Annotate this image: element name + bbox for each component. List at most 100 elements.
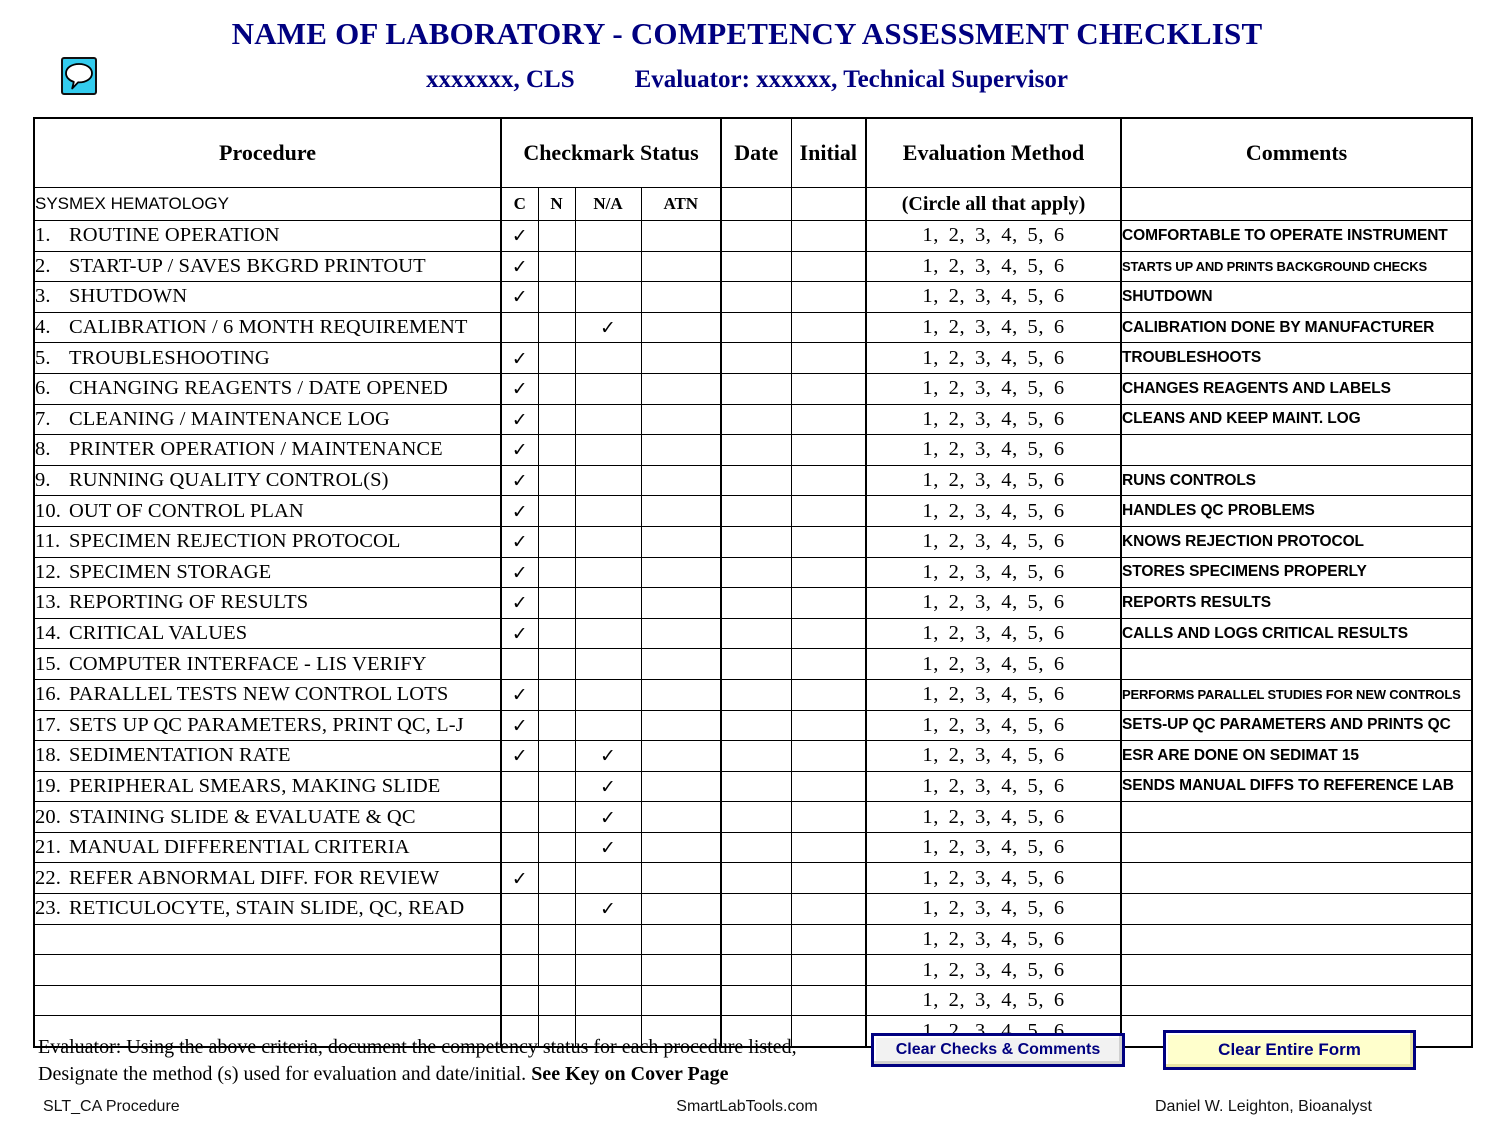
checkbox-cell-n[interactable]: [537, 617, 576, 650]
checkbox-cell-atn[interactable]: [640, 556, 723, 589]
checkbox-cell-na[interactable]: [574, 678, 642, 711]
checkbox-cell-atn[interactable]: [640, 893, 723, 925]
initial-cell[interactable]: [790, 525, 868, 558]
checkbox-cell-n[interactable]: [537, 678, 576, 711]
date-cell[interactable]: [720, 250, 792, 283]
date-cell[interactable]: [720, 464, 792, 497]
checkbox-cell-na[interactable]: [574, 984, 642, 1017]
checkbox-cell-na[interactable]: [574, 372, 642, 405]
checkbox-cell-c[interactable]: [500, 831, 539, 864]
checkbox-cell-na[interactable]: ✓: [574, 801, 642, 833]
date-cell[interactable]: [720, 220, 792, 252]
initial-cell[interactable]: [790, 954, 868, 986]
checkbox-cell-n[interactable]: [537, 984, 576, 1017]
checkbox-cell-n[interactable]: [537, 220, 576, 252]
date-cell[interactable]: [720, 770, 792, 803]
evaluation-method-cell[interactable]: 1, 2, 3, 4, 5, 6: [865, 801, 1123, 833]
evaluation-method-cell[interactable]: 1, 2, 3, 4, 5, 6: [865, 678, 1123, 711]
checkbox-cell-na[interactable]: [574, 464, 642, 497]
checkbox-cell-n[interactable]: [537, 923, 576, 956]
checkbox-cell-na[interactable]: ✓: [574, 831, 642, 864]
checkbox-cell-c[interactable]: ✓: [500, 281, 539, 313]
date-cell[interactable]: [720, 740, 792, 772]
checkbox-cell-na[interactable]: ✓: [574, 311, 642, 344]
comment-cell[interactable]: [1120, 831, 1473, 864]
checkbox-cell-atn[interactable]: [640, 801, 723, 833]
checkbox-cell-atn[interactable]: [640, 587, 723, 619]
evaluation-method-cell[interactable]: 1, 2, 3, 4, 5, 6: [865, 770, 1123, 803]
comment-cell[interactable]: [1120, 434, 1473, 466]
initial-cell[interactable]: [790, 678, 868, 711]
date-cell[interactable]: [720, 281, 792, 313]
checkbox-cell-atn[interactable]: [640, 648, 723, 680]
checkbox-cell-na[interactable]: [574, 220, 642, 252]
evaluation-method-cell[interactable]: 1, 2, 3, 4, 5, 6: [865, 587, 1123, 619]
checkbox-cell-c[interactable]: ✓: [500, 587, 539, 619]
checkbox-cell-c[interactable]: ✓: [500, 464, 539, 497]
checkbox-cell-n[interactable]: [537, 556, 576, 589]
checkbox-cell-c[interactable]: ✓: [500, 495, 539, 527]
initial-cell[interactable]: [790, 220, 868, 252]
checkbox-cell-atn[interactable]: [640, 372, 723, 405]
initial-cell[interactable]: [790, 250, 868, 283]
comment-cell[interactable]: [1120, 862, 1473, 895]
checkbox-cell-atn[interactable]: [640, 770, 723, 803]
checkbox-cell-n[interactable]: [537, 311, 576, 344]
comment-cell[interactable]: STORES SPECIMENS PROPERLY: [1120, 556, 1473, 589]
checkbox-cell-na[interactable]: ✓: [574, 770, 642, 803]
comment-cell[interactable]: [1120, 984, 1473, 1017]
checkbox-cell-atn[interactable]: [640, 311, 723, 344]
checkbox-cell-na[interactable]: [574, 862, 642, 895]
date-cell[interactable]: [720, 954, 792, 986]
checkbox-cell-c[interactable]: [500, 801, 539, 833]
checkbox-cell-c[interactable]: ✓: [500, 556, 539, 589]
evaluation-method-cell[interactable]: 1, 2, 3, 4, 5, 6: [865, 954, 1123, 986]
evaluation-method-cell[interactable]: 1, 2, 3, 4, 5, 6: [865, 372, 1123, 405]
checkbox-cell-atn[interactable]: [640, 403, 723, 436]
date-cell[interactable]: [720, 556, 792, 589]
checkbox-cell-n[interactable]: [537, 709, 576, 742]
checkbox-cell-n[interactable]: [537, 770, 576, 803]
checkbox-cell-n[interactable]: [537, 495, 576, 527]
checkbox-cell-atn[interactable]: [640, 617, 723, 650]
checkbox-cell-c[interactable]: [500, 311, 539, 344]
evaluation-method-cell[interactable]: 1, 2, 3, 4, 5, 6: [865, 311, 1123, 344]
date-cell[interactable]: [720, 617, 792, 650]
comment-cell[interactable]: COMFORTABLE TO OPERATE INSTRUMENT: [1120, 220, 1473, 252]
checkbox-cell-na[interactable]: [574, 617, 642, 650]
checkbox-cell-atn[interactable]: [640, 495, 723, 527]
comment-cell[interactable]: REPORTS RESULTS: [1120, 587, 1473, 619]
comment-cell[interactable]: SENDS MANUAL DIFFS TO REFERENCE LAB: [1120, 770, 1473, 803]
initial-cell[interactable]: [790, 372, 868, 405]
checkbox-cell-n[interactable]: [537, 434, 576, 466]
checkbox-cell-n[interactable]: [537, 831, 576, 864]
checkbox-cell-c[interactable]: ✓: [500, 740, 539, 772]
checkbox-cell-na[interactable]: [574, 954, 642, 986]
initial-cell[interactable]: [790, 342, 868, 374]
checkbox-cell-c[interactable]: ✓: [500, 617, 539, 650]
checkbox-cell-atn[interactable]: [640, 709, 723, 742]
checkbox-cell-atn[interactable]: [640, 862, 723, 895]
checkbox-cell-atn[interactable]: [640, 678, 723, 711]
initial-cell[interactable]: [790, 801, 868, 833]
checkbox-cell-na[interactable]: [574, 587, 642, 619]
initial-cell[interactable]: [790, 434, 868, 466]
checkbox-cell-na[interactable]: [574, 342, 642, 374]
date-cell[interactable]: [720, 342, 792, 374]
comment-cell[interactable]: RUNS CONTROLS: [1120, 464, 1473, 497]
initial-cell[interactable]: [790, 740, 868, 772]
checkbox-cell-c[interactable]: ✓: [500, 678, 539, 711]
checkbox-cell-c[interactable]: ✓: [500, 250, 539, 283]
checkbox-cell-c[interactable]: ✓: [500, 434, 539, 466]
date-cell[interactable]: [720, 311, 792, 344]
date-cell[interactable]: [720, 831, 792, 864]
initial-cell[interactable]: [790, 893, 868, 925]
evaluation-method-cell[interactable]: 1, 2, 3, 4, 5, 6: [865, 923, 1123, 956]
evaluation-method-cell[interactable]: 1, 2, 3, 4, 5, 6: [865, 831, 1123, 864]
evaluation-method-cell[interactable]: 1, 2, 3, 4, 5, 6: [865, 434, 1123, 466]
checkbox-cell-atn[interactable]: [640, 831, 723, 864]
checkbox-cell-na[interactable]: ✓: [574, 893, 642, 925]
evaluation-method-cell[interactable]: 1, 2, 3, 4, 5, 6: [865, 464, 1123, 497]
initial-cell[interactable]: [790, 311, 868, 344]
checkbox-cell-na[interactable]: [574, 281, 642, 313]
